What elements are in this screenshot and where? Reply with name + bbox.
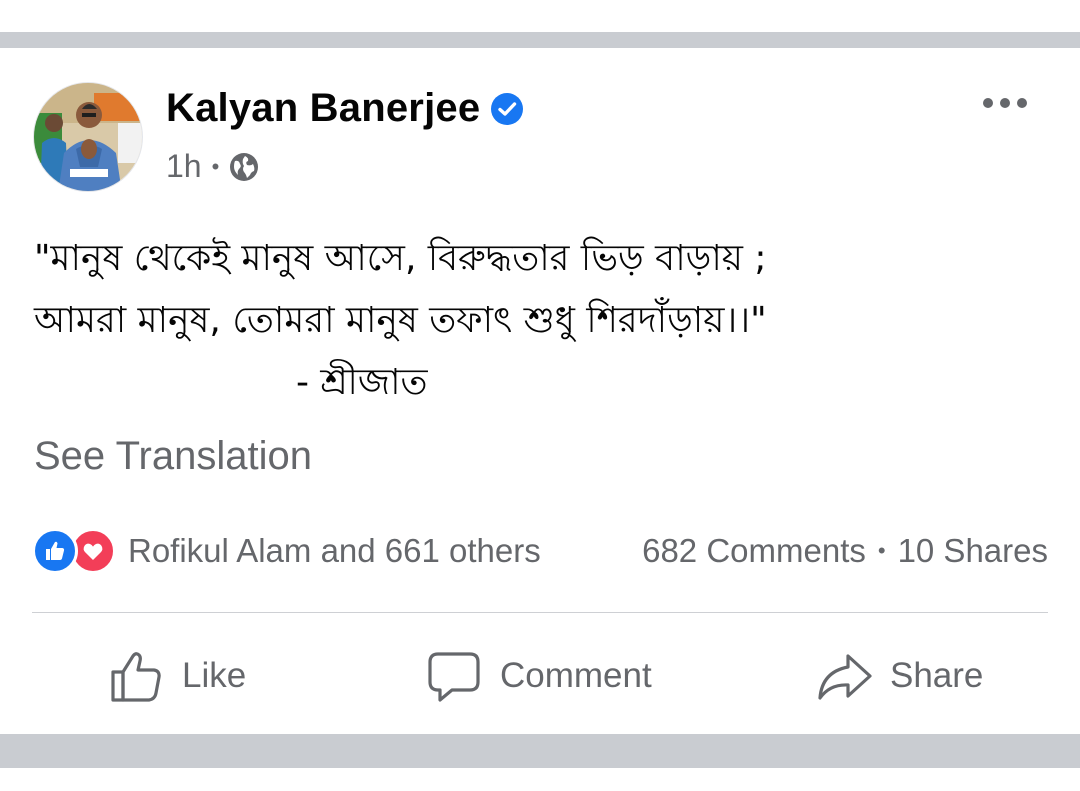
top-band bbox=[0, 0, 1080, 32]
post-meta: 1h • bbox=[166, 148, 259, 185]
actions-divider bbox=[32, 612, 1048, 613]
comment-label: Comment bbox=[500, 656, 652, 695]
action-bar: Like Comment Share bbox=[0, 638, 1080, 714]
post-text: "মানুষ থেকেই মানুষ আসে, বিরুদ্ধতার ভিড় … bbox=[34, 228, 1044, 414]
see-translation-link[interactable]: See Translation bbox=[34, 434, 312, 479]
post-attribution: - শ্রীজাত bbox=[296, 362, 428, 403]
engagement-summary: Rofikul Alam and 661 others 682 Comments… bbox=[32, 528, 1048, 574]
like-reaction-icon bbox=[32, 528, 78, 574]
share-arrow-icon bbox=[818, 654, 872, 700]
comments-count[interactable]: 682 Comments bbox=[642, 532, 866, 570]
stats-separator: • bbox=[877, 538, 886, 563]
like-label: Like bbox=[182, 656, 247, 695]
reactors-text[interactable]: Rofikul Alam and 661 others bbox=[128, 532, 541, 570]
more-options-icon[interactable] bbox=[980, 88, 1030, 118]
post-text-line-1: "মানুষ থেকেই মানুষ আসে, বিরুদ্ধতার ভিড় … bbox=[34, 238, 767, 279]
avatar-photo bbox=[34, 83, 142, 191]
globe-icon[interactable] bbox=[229, 152, 259, 182]
author-row: Kalyan Banerjee bbox=[166, 86, 524, 131]
meta-separator: • bbox=[211, 153, 220, 179]
thumbs-up-icon bbox=[111, 652, 161, 702]
post-timestamp[interactable]: 1h bbox=[166, 148, 202, 185]
comment-button[interactable]: Comment bbox=[426, 638, 652, 714]
engagement-stats: 682 Comments • 10 Shares bbox=[642, 532, 1048, 570]
shares-count[interactable]: 10 Shares bbox=[898, 532, 1048, 570]
avatar[interactable] bbox=[33, 82, 143, 192]
feed-divider-bottom bbox=[0, 734, 1080, 768]
like-button[interactable]: Like bbox=[108, 638, 246, 714]
comment-bubble-icon bbox=[428, 652, 480, 702]
bottom-band bbox=[0, 768, 1080, 791]
share-label: Share bbox=[890, 656, 984, 695]
share-button[interactable]: Share bbox=[816, 638, 983, 714]
post-card: Kalyan Banerjee 1h • "মানুষ থেকেই মানুষ … bbox=[0, 48, 1080, 734]
feed-divider-top bbox=[0, 32, 1080, 48]
verified-badge-icon bbox=[491, 92, 524, 125]
author-name[interactable]: Kalyan Banerjee bbox=[166, 86, 480, 131]
reaction-icons[interactable] bbox=[32, 528, 116, 574]
post-text-line-2: আমরা মানুষ, তোমরা মানুষ তফাৎ শুধু শিরদাঁ… bbox=[34, 300, 767, 341]
